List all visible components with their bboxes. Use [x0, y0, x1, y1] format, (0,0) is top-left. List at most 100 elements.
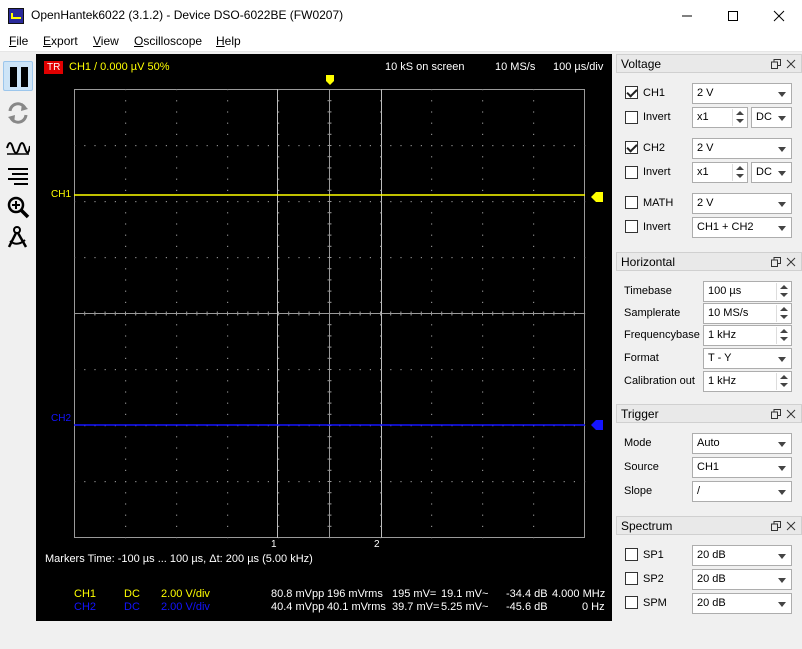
grid-dot — [431, 257, 433, 259]
grid-dot — [145, 145, 147, 147]
voltage-title: Voltage — [621, 57, 662, 71]
marker-2-label[interactable]: 2 — [374, 539, 380, 550]
grid-dot — [135, 257, 137, 259]
spm-magnitude-select[interactable]: 20 dB — [692, 593, 792, 614]
ch1-vrms: 196 mVrms — [327, 588, 383, 600]
math-mode-select[interactable]: CH1 + CH2 — [692, 217, 792, 238]
chevron-down-icon — [778, 602, 786, 607]
grid-dot — [125, 324, 127, 326]
grid-dot — [125, 156, 127, 158]
grid-dot — [227, 290, 229, 292]
grid-dot — [125, 369, 127, 371]
trigger-source-select[interactable]: CH1 — [692, 457, 792, 478]
grid-dot — [380, 369, 382, 371]
sp2-magnitude-select[interactable]: 20 dB — [692, 569, 792, 590]
grid-dot — [533, 525, 535, 527]
grid-dot — [176, 346, 178, 348]
float-icon[interactable] — [771, 257, 781, 267]
grid-dot — [380, 301, 382, 303]
float-icon[interactable] — [771, 521, 781, 531]
grid-dot — [451, 369, 453, 371]
grid-dot — [584, 201, 586, 203]
pause-button[interactable] — [3, 61, 33, 91]
spin-arrows-icon — [776, 373, 790, 390]
ch2-invert-checkbox[interactable] — [625, 166, 638, 179]
frequencybase-spinbox[interactable]: 1 kHz — [703, 325, 792, 346]
grid-dot — [125, 279, 127, 281]
ch1-vdiv: 2.00 V/div — [161, 588, 210, 600]
calibration-out-spinbox[interactable]: 1 kHz — [703, 371, 792, 392]
grid-dot — [125, 122, 127, 124]
grid-dot — [176, 447, 178, 449]
grid-dot — [349, 257, 351, 259]
menu-export[interactable]: Export — [43, 34, 78, 48]
grid-dot — [227, 145, 229, 147]
trigger-mode-select[interactable]: Auto — [692, 433, 792, 454]
grid-dot — [410, 257, 412, 259]
trigger-slope-select[interactable]: / — [692, 481, 792, 502]
math-gain-select[interactable]: 2 V — [692, 193, 792, 214]
menu-view[interactable]: View — [93, 34, 119, 48]
minimize-button[interactable] — [664, 0, 710, 31]
close-icon[interactable] — [785, 58, 797, 70]
float-icon[interactable] — [771, 409, 781, 419]
waveform-button[interactable] — [3, 133, 33, 163]
close-icon[interactable] — [785, 256, 797, 268]
menu-oscilloscope[interactable]: Oscilloscope — [134, 34, 202, 48]
ch2-probe-spinbox[interactable]: x1 — [692, 162, 748, 183]
menu-file[interactable]: File — [9, 34, 28, 48]
grid-dot — [522, 201, 524, 203]
spm-checkbox[interactable] — [625, 596, 638, 609]
grid-dot — [227, 514, 229, 516]
grid-dot — [278, 301, 280, 303]
ch1-gain-select[interactable]: 2 V — [692, 83, 792, 104]
close-icon[interactable] — [785, 520, 797, 532]
grid-dot — [216, 369, 218, 371]
grid-dot — [227, 133, 229, 135]
grid-dot — [390, 201, 392, 203]
math-checkbox[interactable] — [625, 196, 638, 209]
close-button[interactable] — [756, 0, 802, 31]
grid-dot — [216, 481, 218, 483]
measure-button[interactable] — [3, 222, 33, 252]
grid-dot — [482, 111, 484, 113]
ch1-checkbox[interactable] — [625, 86, 638, 99]
ch2-coupling-select[interactable]: DC — [751, 162, 792, 183]
ch2-gain-select[interactable]: 2 V — [692, 138, 792, 159]
grid-dot — [267, 201, 269, 203]
samplerate-spinbox[interactable]: 10 MS/s — [703, 303, 792, 324]
chevron-down-icon — [778, 202, 786, 207]
sp2-label: SP2 — [643, 573, 664, 585]
menu-help[interactable]: Help — [216, 34, 241, 48]
close-icon[interactable] — [785, 408, 797, 420]
format-select[interactable]: T - Y — [703, 348, 792, 369]
ch1-probe-spinbox[interactable]: x1 — [692, 107, 748, 128]
grid-dot — [380, 492, 382, 494]
ch2-checkbox[interactable] — [625, 141, 638, 154]
grid-dot — [176, 212, 178, 214]
ch2-coupling: DC — [124, 601, 140, 613]
zoom-button[interactable] — [3, 192, 33, 222]
ch1-invert-checkbox[interactable] — [625, 111, 638, 124]
float-icon[interactable] — [771, 59, 781, 69]
grid-dot — [125, 167, 127, 169]
math-invert-checkbox[interactable] — [625, 220, 638, 233]
grid-dot — [94, 201, 96, 203]
scope-display[interactable]: TR CH1 / 0.000 µV 50% 10 kS on screen 10… — [36, 54, 612, 621]
timebase-spinbox[interactable]: 100 µs — [703, 281, 792, 302]
spin-arrows-icon — [776, 305, 790, 322]
grid-dot — [176, 122, 178, 124]
grid-dot — [278, 189, 280, 191]
sp2-checkbox[interactable] — [625, 572, 638, 585]
grid-dot — [441, 145, 443, 147]
grid-dot — [533, 447, 535, 449]
sp1-magnitude-select[interactable]: 20 dB — [692, 545, 792, 566]
ch1-coupling-select[interactable]: DC — [751, 107, 792, 128]
spectrum-button[interactable] — [3, 162, 33, 192]
ch2-checkbox-label: CH2 — [643, 142, 666, 154]
sp1-checkbox[interactable] — [625, 548, 638, 561]
spectrum-title: Spectrum — [621, 519, 673, 533]
refresh-button[interactable] — [3, 98, 33, 128]
maximize-button[interactable] — [710, 0, 756, 31]
marker-1-label[interactable]: 1 — [271, 539, 277, 550]
